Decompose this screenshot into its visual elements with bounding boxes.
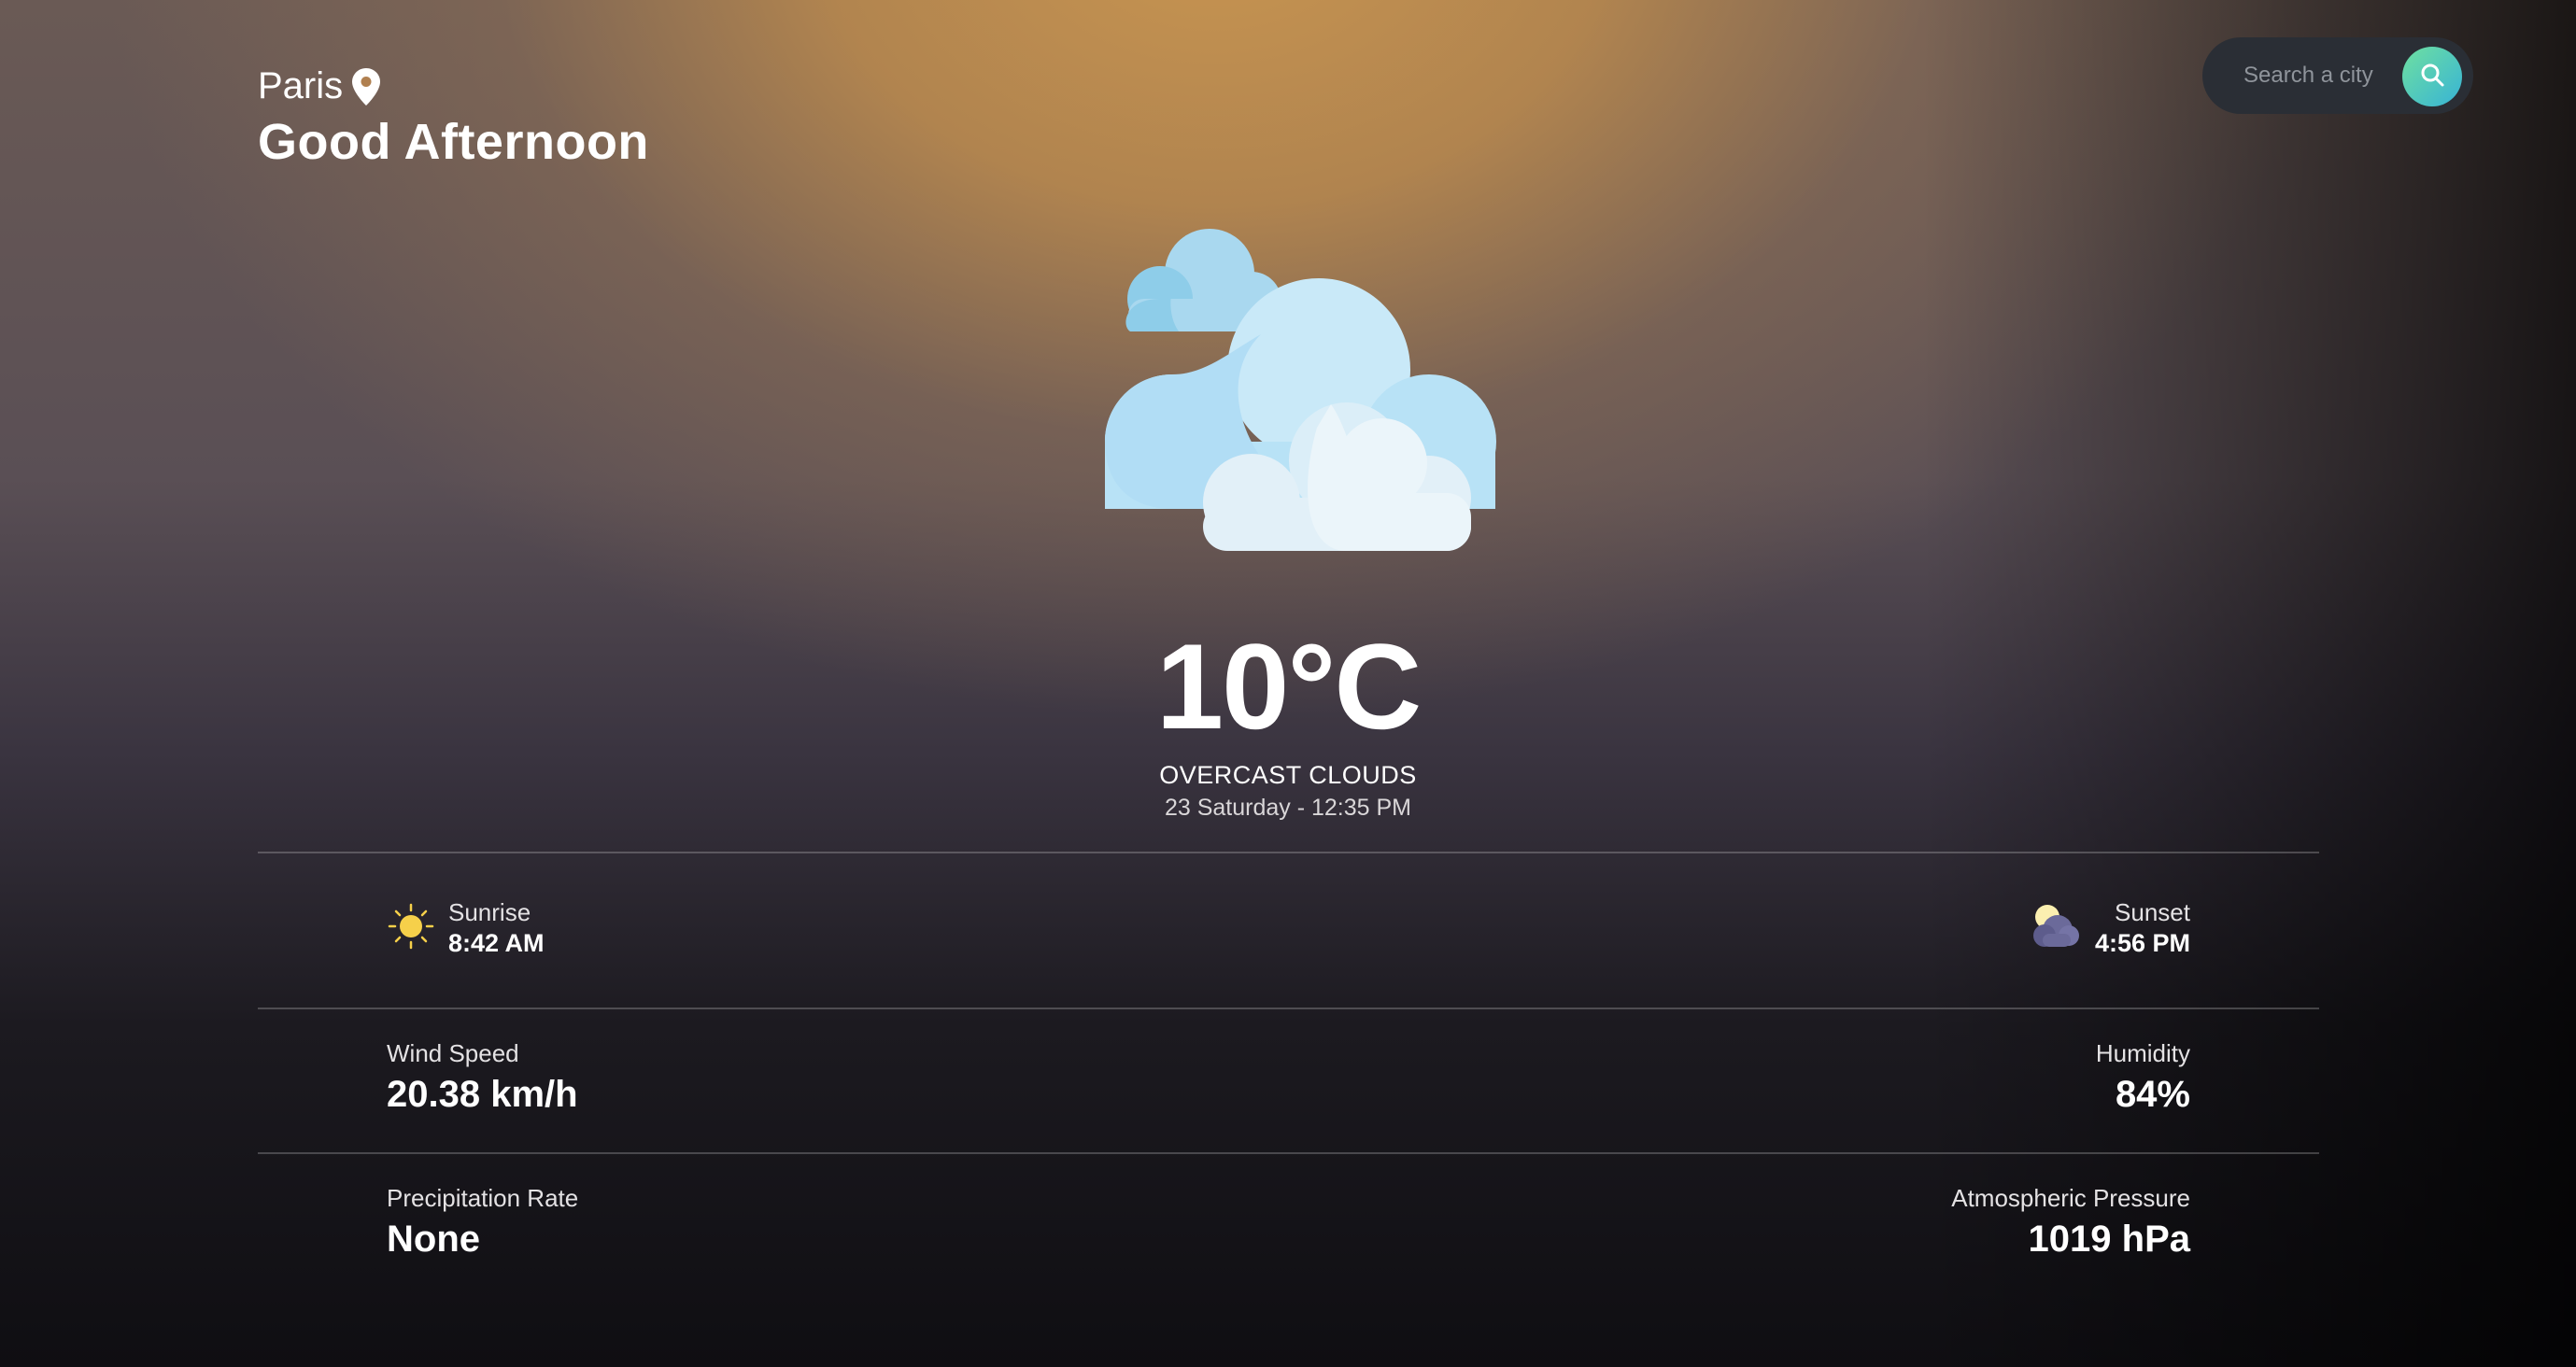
search-icon bbox=[2419, 62, 2445, 92]
humidity-label: Humidity bbox=[2095, 1039, 2190, 1067]
humidity-stat: Humidity 84% bbox=[2096, 1039, 2190, 1116]
sunrise-stat: Sunrise 8:42 AM bbox=[387, 898, 545, 958]
sunrise-time: 8:42 AM bbox=[448, 929, 545, 957]
pressure-value: 1019 hPa bbox=[2028, 1219, 2190, 1260]
city-name: Paris bbox=[258, 65, 344, 106]
city-search bbox=[2202, 37, 2473, 114]
sunset-time: 4:56 PM bbox=[2094, 929, 2190, 957]
sun-icon bbox=[387, 902, 435, 955]
wind-speed-stat: Wind Speed 20.38 km/h bbox=[387, 1039, 578, 1116]
date-time: 23 Saturday - 12:35 PM bbox=[1164, 795, 1412, 821]
map-pin-icon bbox=[352, 67, 381, 106]
search-button[interactable] bbox=[2402, 47, 2462, 106]
weather-description: OVERCAST CLOUDS bbox=[1159, 761, 1417, 789]
precipitation-value: None bbox=[387, 1219, 480, 1260]
wind-speed-label: Wind Speed bbox=[387, 1039, 519, 1067]
sunset-stat: Sunset 4:56 PM bbox=[2030, 898, 2190, 958]
divider bbox=[258, 1152, 2319, 1154]
sunset-label: Sunset bbox=[2115, 898, 2190, 926]
divider bbox=[258, 852, 2319, 853]
precipitation-stat: Precipitation Rate None bbox=[387, 1184, 578, 1261]
overcast-clouds-icon bbox=[1074, 213, 1504, 558]
night-cloud-icon bbox=[2030, 900, 2082, 957]
humidity-value: 84% bbox=[2115, 1074, 2190, 1115]
sunrise-label: Sunrise bbox=[448, 898, 531, 926]
divider bbox=[258, 1008, 2319, 1009]
precipitation-label: Precipitation Rate bbox=[387, 1184, 579, 1212]
temperature: 10°C bbox=[1155, 618, 1422, 754]
search-input[interactable] bbox=[2242, 62, 2404, 90]
city-row: Paris bbox=[258, 65, 649, 107]
wind-speed-value: 20.38 km/h bbox=[387, 1074, 578, 1115]
pressure-label: Atmospheric Pressure bbox=[1951, 1184, 2190, 1212]
location-header: Paris Good Afternoon bbox=[258, 65, 649, 171]
greeting: Good Afternoon bbox=[258, 114, 649, 170]
pressure-stat: Atmospheric Pressure 1019 hPa bbox=[1951, 1184, 2190, 1261]
